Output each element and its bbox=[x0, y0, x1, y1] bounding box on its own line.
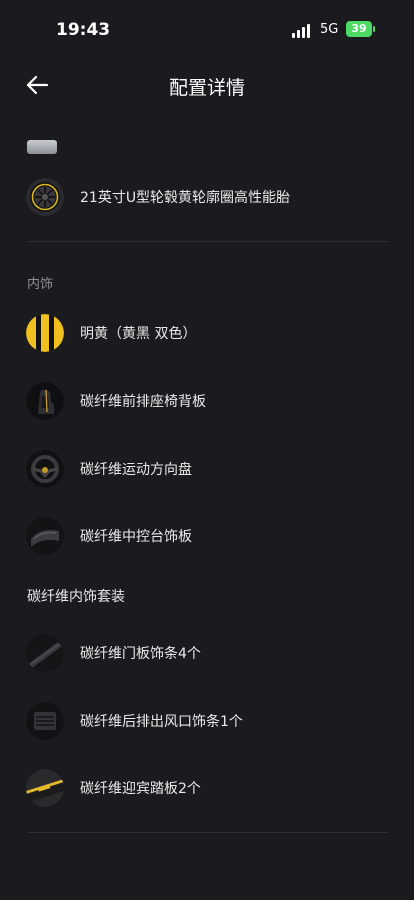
door-trim-label: 碳纤维门板饰条4个 bbox=[80, 646, 201, 662]
exterior-thumbnail bbox=[27, 140, 57, 154]
color-label: 明黄（黄黑 双色） bbox=[80, 326, 197, 342]
sill-plate-label: 碳纤维迎宾踏板2个 bbox=[80, 781, 201, 797]
status-bar: 19:43 5G 39 bbox=[0, 0, 414, 56]
console-icon bbox=[26, 517, 64, 555]
list-item-door-trim: 碳纤维门板饰条4个 bbox=[0, 630, 414, 676]
steering-wheel-icon bbox=[26, 450, 64, 488]
wheel-icon bbox=[26, 178, 64, 216]
battery-icon: 39 bbox=[346, 21, 375, 37]
list-item-wheels: 21英寸U型轮毂黄轮廓圈高性能胎 bbox=[0, 174, 414, 220]
list-item-console: 碳纤维中控台饰板 bbox=[0, 513, 414, 559]
door-trim-icon bbox=[26, 634, 64, 672]
page-title: 配置详情 bbox=[168, 77, 245, 99]
seat-back-label: 碳纤维前排座椅背板 bbox=[80, 394, 206, 410]
list-item-color: 明黄（黄黑 双色） bbox=[0, 310, 414, 356]
wheels-label: 21英寸U型轮毂黄轮廓圈高性能胎 bbox=[80, 190, 291, 206]
steering-label: 碳纤维运动方向盘 bbox=[80, 462, 192, 478]
nav-bar: 配置详情 bbox=[0, 62, 414, 108]
list-item-sill-plate: 碳纤维迎宾踏板2个 bbox=[0, 765, 414, 811]
status-time: 19:43 bbox=[56, 20, 111, 40]
signal-icon bbox=[292, 24, 314, 38]
seat-icon bbox=[26, 382, 64, 420]
network-type: 5G bbox=[320, 22, 339, 37]
rear-vent-label: 碳纤维后排出风口饰条1个 bbox=[80, 714, 243, 730]
color-swatch-icon bbox=[26, 314, 64, 352]
divider bbox=[28, 241, 388, 242]
console-label: 碳纤维中控台饰板 bbox=[80, 529, 192, 545]
list-item-rear-vent: 碳纤维后排出风口饰条1个 bbox=[0, 698, 414, 744]
sill-plate-icon bbox=[26, 769, 64, 807]
divider bbox=[28, 832, 388, 833]
section-label-interior: 内饰 bbox=[27, 277, 54, 292]
subsection-label-carbon-package: 碳纤维内饰套装 bbox=[27, 589, 125, 605]
air-vent-icon bbox=[26, 702, 64, 740]
list-item-seat-back: 碳纤维前排座椅背板 bbox=[0, 378, 414, 424]
list-item-steering: 碳纤维运动方向盘 bbox=[0, 446, 414, 492]
